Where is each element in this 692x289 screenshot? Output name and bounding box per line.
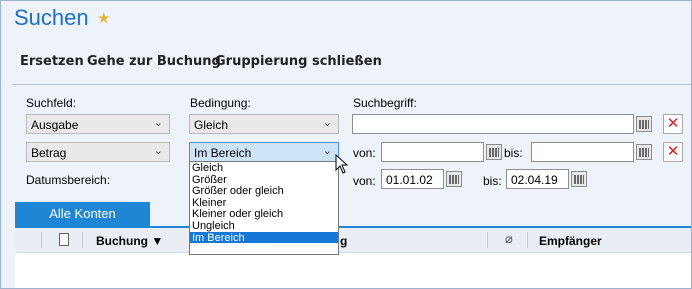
column-separator bbox=[41, 232, 42, 248]
search-term-label: Suchbegriff: bbox=[353, 96, 417, 110]
paperclip-icon[interactable]: ⌀ bbox=[505, 231, 513, 247]
menu-goto-booking[interactable]: Gehe zur Buchung bbox=[87, 54, 221, 69]
date-from-input[interactable]: 01.01.02 bbox=[381, 169, 444, 189]
column-separator bbox=[487, 232, 488, 248]
grid-header: Buchung ▼ g ⌀ Empfänger bbox=[15, 228, 691, 253]
dropdown-option-equal[interactable]: Gleich bbox=[190, 162, 338, 174]
search-window: Suchen ★ Ersetzen Gehe zur Buchung Grupp… bbox=[0, 0, 692, 289]
mouse-cursor-icon bbox=[335, 154, 349, 174]
search-field-select-1[interactable]: Ausgabe ⌄ bbox=[26, 114, 170, 134]
menu-close-grouping[interactable]: Gruppierung schließen bbox=[215, 54, 382, 69]
condition-value-1: Gleich bbox=[194, 118, 229, 132]
delete-row-1-button[interactable]: ✕ bbox=[663, 114, 683, 134]
favorite-star-icon[interactable]: ★ bbox=[97, 9, 110, 27]
calendar-icon[interactable] bbox=[446, 171, 462, 187]
dropdown-option-less-equal[interactable]: Kleiner oder gleich bbox=[190, 208, 338, 221]
date-range-label: Datumsbereich: bbox=[26, 173, 111, 187]
sort-down-icon: ▼ bbox=[151, 234, 164, 248]
calculator-icon[interactable] bbox=[636, 144, 652, 160]
results-grid: Buchung ▼ g ⌀ Empfänger bbox=[15, 228, 691, 288]
search-field-value-1: Ausgabe bbox=[31, 118, 79, 132]
document-icon[interactable] bbox=[59, 233, 69, 246]
window-title: Suchen bbox=[14, 5, 89, 30]
toolbar-divider bbox=[12, 84, 691, 85]
delete-row-2-button[interactable]: ✕ bbox=[663, 142, 683, 162]
column-separator bbox=[82, 232, 83, 248]
condition-label: Bedingung: bbox=[190, 96, 251, 110]
from-label: von: bbox=[353, 146, 376, 160]
dropdown-option-greater[interactable]: Größer bbox=[190, 174, 338, 186]
calculator-icon[interactable] bbox=[486, 144, 502, 160]
tab-all-accounts[interactable]: Alle Konten bbox=[15, 202, 150, 226]
column-payee[interactable]: Empfänger bbox=[539, 234, 602, 248]
date-from-label: von: bbox=[353, 174, 376, 188]
column-booking-label: Buchung bbox=[96, 234, 148, 248]
column-booking[interactable]: Buchung ▼ bbox=[96, 234, 163, 248]
column-separator bbox=[527, 232, 528, 248]
menu-replace[interactable]: Ersetzen bbox=[20, 54, 84, 69]
date-to-input[interactable]: 02.04.19 bbox=[506, 169, 569, 189]
dropdown-option-in-range[interactable]: Im Bereich bbox=[190, 231, 338, 243]
search-field-select-2[interactable]: Betrag ⌄ bbox=[26, 142, 170, 162]
search-field-label: Suchfeld: bbox=[26, 96, 77, 110]
column-partial[interactable]: g bbox=[340, 234, 347, 248]
condition-select-1[interactable]: Gleich ⌄ bbox=[189, 114, 339, 134]
chevron-down-icon: ⌄ bbox=[322, 117, 332, 129]
calculator-icon[interactable] bbox=[636, 116, 652, 132]
chevron-down-icon: ⌄ bbox=[153, 145, 163, 157]
search-term-input[interactable] bbox=[352, 114, 634, 134]
condition-select-2[interactable]: Im Bereich ⌄ bbox=[189, 142, 339, 162]
amount-to-input[interactable] bbox=[531, 142, 634, 162]
amount-from-input[interactable] bbox=[381, 142, 484, 162]
chevron-down-icon: ⌄ bbox=[153, 117, 163, 129]
dropdown-option-not-equal[interactable]: Ungleich bbox=[190, 220, 338, 232]
date-to-label: bis: bbox=[483, 174, 502, 188]
condition-value-2: Im Bereich bbox=[194, 146, 252, 160]
search-field-value-2: Betrag bbox=[31, 146, 67, 160]
to-label: bis: bbox=[504, 146, 523, 160]
chevron-down-icon: ⌄ bbox=[322, 145, 332, 157]
dropdown-option-less[interactable]: Kleiner bbox=[190, 197, 338, 209]
calendar-icon[interactable] bbox=[571, 171, 587, 187]
condition-dropdown-list[interactable]: Gleich Größer Größer oder gleich Kleiner… bbox=[189, 161, 339, 255]
dropdown-option-greater-equal[interactable]: Größer oder gleich bbox=[190, 185, 338, 197]
